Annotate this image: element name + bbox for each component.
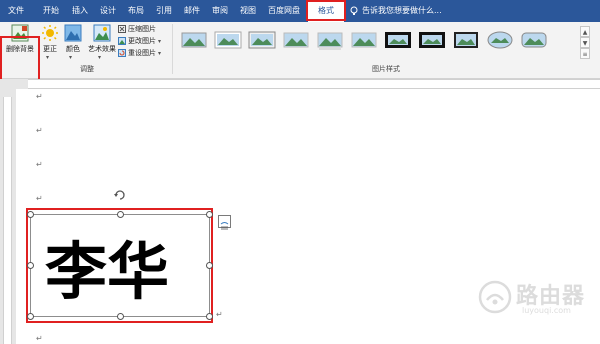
artistic-effects-icon bbox=[93, 24, 111, 42]
tab-home[interactable]: 开始 bbox=[36, 0, 66, 22]
resize-handle-top-right[interactable] bbox=[206, 211, 213, 218]
watermark-url: luyouqi.com bbox=[522, 306, 571, 315]
reset-picture-label: 重设图片 bbox=[128, 49, 156, 57]
group-separator bbox=[172, 24, 173, 74]
ruler-track bbox=[28, 79, 600, 94]
artistic-effects-label: 艺术效果 bbox=[88, 45, 116, 53]
change-picture-icon bbox=[118, 37, 126, 45]
picture-style-thumb[interactable] bbox=[214, 29, 242, 51]
corrections-button[interactable]: 更正 ▾ bbox=[40, 24, 60, 61]
rotate-handle-icon[interactable] bbox=[113, 188, 127, 202]
tab-review[interactable]: 审阅 bbox=[206, 0, 234, 22]
tab-baidu-netdisk[interactable]: 百度网盘 bbox=[262, 0, 306, 22]
paragraph-mark: ↵ bbox=[36, 92, 43, 101]
color-label: 颜色 bbox=[66, 45, 80, 53]
change-picture-label: 更改图片 bbox=[128, 37, 156, 45]
picture-style-thumb[interactable] bbox=[350, 29, 378, 51]
picture-styles-group-label: 图片样式 bbox=[372, 65, 400, 73]
expand-gallery-icon[interactable]: ≡ bbox=[580, 48, 590, 59]
picture-style-thumb[interactable] bbox=[282, 29, 310, 51]
picture-style-thumb[interactable] bbox=[384, 29, 412, 51]
tell-me-box[interactable]: 告诉我您想要做什么... bbox=[350, 0, 442, 22]
paragraph-mark: ↵ bbox=[36, 194, 43, 203]
compress-pictures-label: 压缩图片 bbox=[128, 25, 156, 33]
tab-mailings[interactable]: 邮件 bbox=[178, 0, 206, 22]
resize-handle-bottom-left[interactable] bbox=[27, 313, 34, 320]
picture-style-thumb[interactable] bbox=[486, 29, 514, 51]
color-picture-icon bbox=[64, 24, 82, 42]
tab-insert[interactable]: 插入 bbox=[66, 0, 94, 22]
chevron-down-icon: ▾ bbox=[158, 50, 162, 57]
paragraph-mark: ↵ bbox=[36, 160, 43, 169]
chevron-down-icon: ▾ bbox=[158, 38, 162, 45]
picture-style-thumb[interactable] bbox=[452, 29, 480, 51]
picture-style-thumb[interactable] bbox=[316, 29, 344, 51]
lightbulb-icon bbox=[350, 6, 358, 15]
horizontal-ruler bbox=[0, 79, 600, 94]
ribbon-tab-bar: 文件 开始 插入 设计 布局 引用 邮件 审阅 视图 百度网盘 格式 告诉我您想… bbox=[0, 0, 600, 22]
compress-pictures-button[interactable]: 压缩图片 bbox=[118, 24, 156, 35]
resize-handle-top-left[interactable] bbox=[27, 211, 34, 218]
image-highlight bbox=[26, 208, 213, 323]
layout-options-icon bbox=[220, 222, 229, 230]
tab-references[interactable]: 引用 bbox=[150, 0, 178, 22]
layout-options-button[interactable] bbox=[218, 215, 231, 230]
paragraph-mark: ↵ bbox=[36, 126, 43, 135]
reset-picture-icon bbox=[118, 49, 126, 57]
remove-background-highlight bbox=[0, 36, 40, 85]
color-button[interactable]: 颜色 ▾ bbox=[62, 24, 84, 61]
picture-styles-gallery bbox=[176, 25, 578, 61]
sun-icon bbox=[42, 25, 58, 41]
chevron-down-icon: ▾ bbox=[46, 54, 50, 61]
paragraph-mark: ↵ bbox=[36, 334, 43, 343]
chevron-down-icon[interactable]: ▼ bbox=[580, 37, 590, 48]
picture-style-thumb[interactable] bbox=[248, 29, 276, 51]
picture-style-thumb[interactable] bbox=[520, 29, 548, 51]
watermark: 路由器 luyouqi.com bbox=[468, 278, 596, 318]
compress-icon bbox=[118, 25, 126, 33]
picture-style-thumb[interactable] bbox=[418, 29, 446, 51]
ribbon-panel: 删除背景 更正 ▾ 颜色 ▾ 艺术效果 ▾ 压缩图片 更改图片 ▾ 重设图片 ▾… bbox=[0, 22, 600, 85]
paragraph-mark: ↵ bbox=[216, 310, 223, 319]
resize-handle-bottom-right[interactable] bbox=[206, 313, 213, 320]
tab-view[interactable]: 视图 bbox=[234, 0, 262, 22]
corrections-label: 更正 bbox=[43, 45, 57, 53]
reset-picture-button[interactable]: 重设图片 ▾ bbox=[118, 48, 161, 59]
resize-handle-right[interactable] bbox=[206, 262, 213, 269]
vertical-ruler bbox=[0, 89, 12, 344]
tell-me-text: 告诉我您想要做什么... bbox=[362, 6, 442, 15]
tab-layout[interactable]: 布局 bbox=[122, 0, 150, 22]
chevron-down-icon: ▾ bbox=[98, 54, 102, 61]
gallery-scroll[interactable]: ▲ ▼ ≡ bbox=[580, 26, 590, 60]
adjust-group-label: 调整 bbox=[80, 65, 94, 73]
format-tab-highlight bbox=[306, 0, 346, 21]
resize-handle-top[interactable] bbox=[117, 211, 124, 218]
router-logo-icon bbox=[478, 280, 512, 314]
resize-handle-bottom[interactable] bbox=[117, 313, 124, 320]
tab-file[interactable]: 文件 bbox=[0, 0, 32, 22]
picture-style-thumb[interactable] bbox=[180, 29, 208, 51]
chevron-up-icon[interactable]: ▲ bbox=[580, 26, 590, 37]
tab-design[interactable]: 设计 bbox=[94, 0, 122, 22]
change-picture-button[interactable]: 更改图片 ▾ bbox=[118, 36, 161, 47]
vertical-ruler-track bbox=[3, 97, 12, 344]
chevron-down-icon: ▾ bbox=[69, 54, 73, 61]
resize-handle-left[interactable] bbox=[27, 262, 34, 269]
artistic-effects-button[interactable]: 艺术效果 ▾ bbox=[86, 24, 118, 61]
